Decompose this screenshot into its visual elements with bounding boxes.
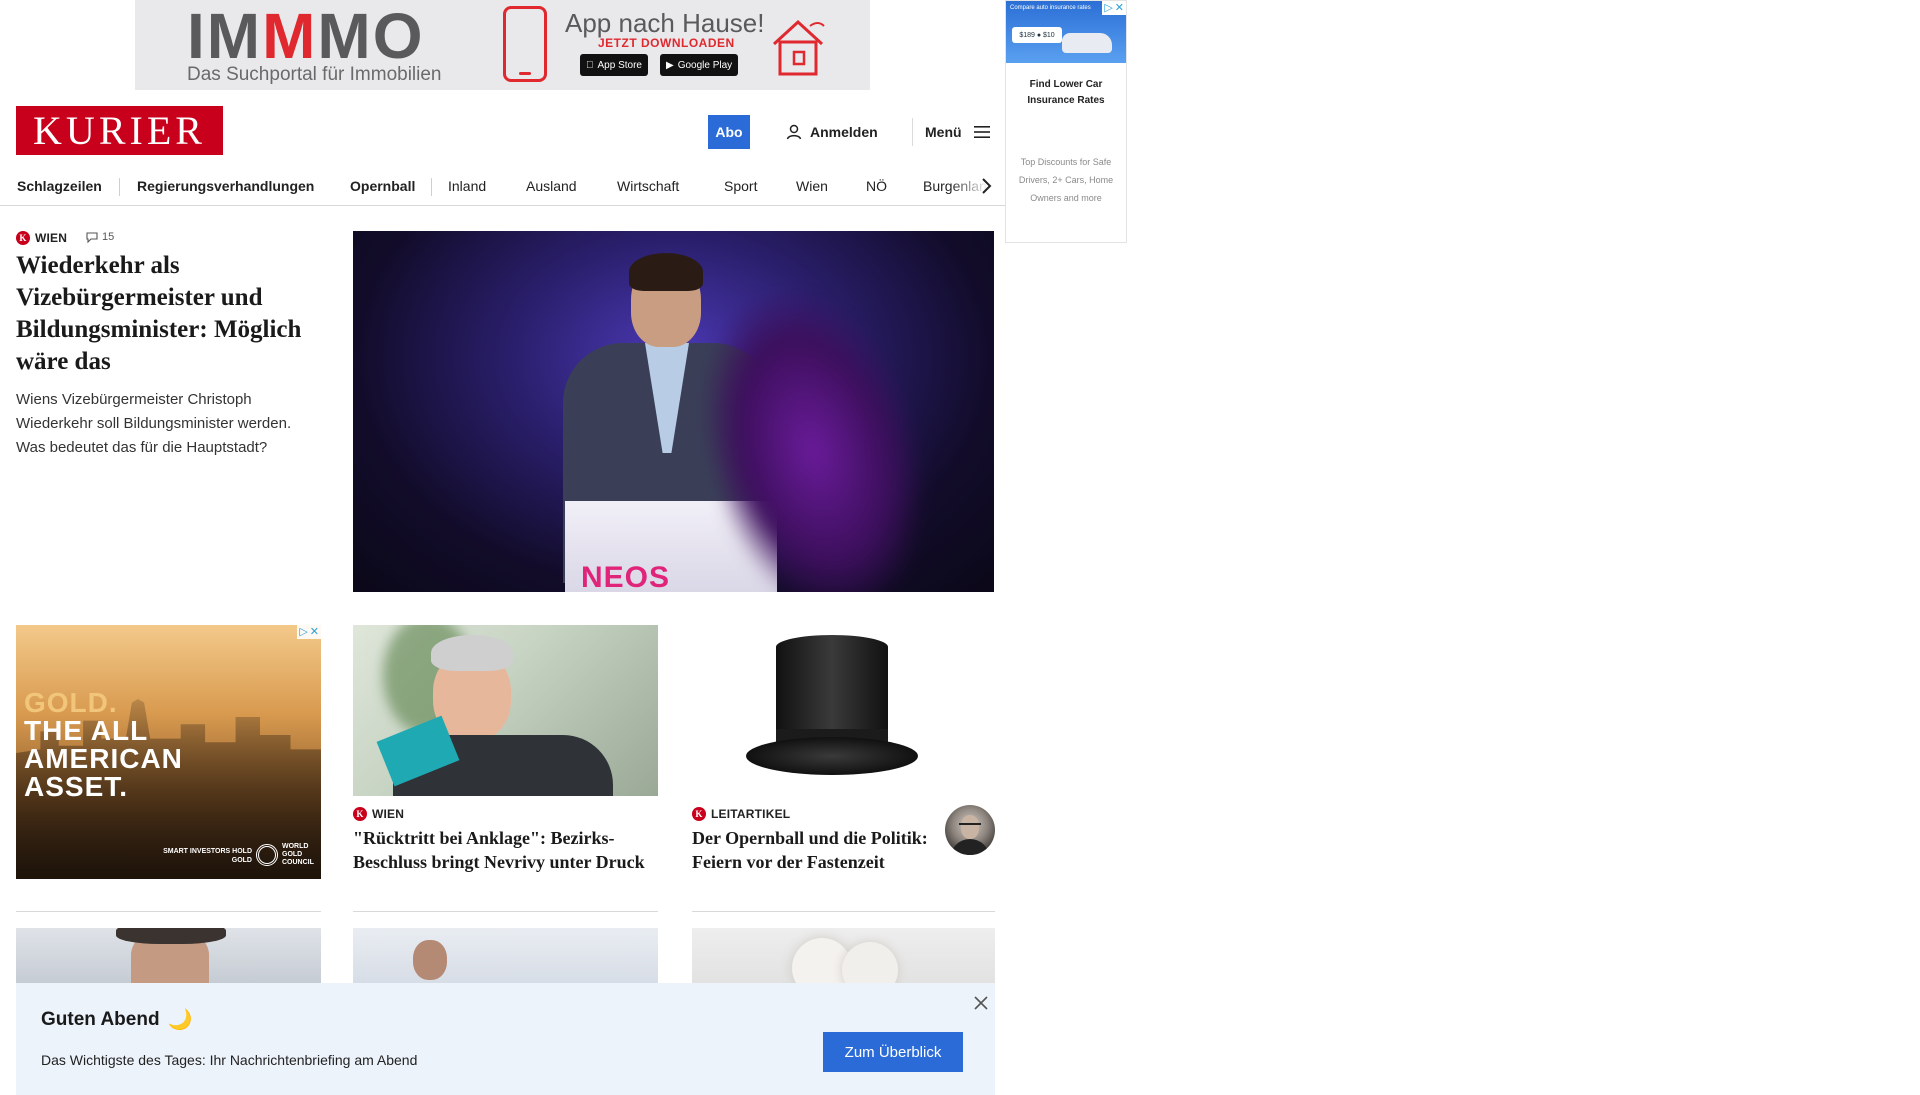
ad-claim: SMART INVESTORS HOLD GOLD bbox=[163, 848, 252, 864]
story-thumbnail[interactable] bbox=[16, 928, 321, 983]
card-divider bbox=[692, 911, 995, 912]
story-thumbnail[interactable] bbox=[353, 928, 658, 983]
hamburger-icon bbox=[973, 126, 990, 138]
menu-label: Menü bbox=[925, 124, 962, 140]
chevron-right-icon[interactable] bbox=[976, 176, 996, 196]
lead-teaser: Wiens Vizebürgermeister Christoph Wieder… bbox=[16, 391, 292, 456]
card-image[interactable] bbox=[692, 625, 995, 796]
ad-line-2: THE ALL bbox=[24, 715, 149, 746]
ad-divider bbox=[16, 911, 321, 912]
side-ad[interactable]: Compare auto insurance rates $189 ● $10 … bbox=[1005, 0, 1127, 243]
app-store-badge[interactable]: App Store bbox=[580, 54, 648, 76]
card-headline[interactable]: "Rücktritt bei Anklage": Bezirks-Beschlu… bbox=[353, 826, 653, 874]
nav-item-wirtschaft[interactable]: Wirtschaft bbox=[617, 166, 679, 205]
play-icon: ▶ bbox=[666, 59, 674, 71]
comment-icon bbox=[86, 231, 98, 243]
gold-ad[interactable]: GOLD. THE ALL AMERICAN ASSET. SMART INVE… bbox=[16, 625, 321, 879]
house-icon bbox=[772, 19, 825, 76]
close-icon bbox=[974, 996, 988, 1010]
nav-item-wien[interactable]: Wien bbox=[796, 166, 828, 205]
top-ad-banner[interactable]: IMMMO Das Suchportal für Immobilien App … bbox=[135, 0, 870, 90]
comment-count[interactable]: 15 bbox=[86, 231, 114, 243]
main-navigation: Schlagzeilen Regierungsverhandlungen Ope… bbox=[0, 166, 1005, 206]
kurier-logo[interactable]: KURIER bbox=[16, 106, 223, 155]
phone-icon bbox=[503, 6, 547, 82]
evening-briefing-banner: Guten Abend 🌙 Das Wichtigste des Tages: … bbox=[16, 983, 995, 1095]
ad-line-1: GOLD. bbox=[24, 687, 118, 718]
header-divider bbox=[912, 118, 913, 146]
banner-greeting: Guten Abend 🌙 bbox=[41, 1008, 193, 1032]
card-category[interactable]: K WIEN bbox=[353, 807, 404, 821]
card-headline[interactable]: Der Opernball und die Politik: Feiern vo… bbox=[692, 826, 932, 874]
lead-category[interactable]: K WIEN bbox=[16, 231, 67, 245]
overview-button[interactable]: Zum Überblick bbox=[823, 1032, 963, 1072]
wgc-ring-icon bbox=[256, 844, 278, 866]
ad-headline: App nach Hause! bbox=[565, 8, 765, 38]
podium-logo: NEOS bbox=[581, 561, 671, 592]
person-hair bbox=[431, 635, 513, 671]
author-avatar[interactable] bbox=[945, 805, 995, 855]
ad-line-4: ASSET. bbox=[24, 771, 129, 802]
adchoices-icon[interactable]: ▷ ✕ bbox=[297, 625, 321, 639]
ad-image-caption: Compare auto insurance rates bbox=[1010, 5, 1091, 11]
thumb-hair bbox=[116, 928, 226, 944]
login-button[interactable]: Anmelden bbox=[786, 120, 878, 144]
nav-divider bbox=[431, 178, 432, 196]
kurier-k-icon: K bbox=[16, 231, 30, 245]
ad-tagline: Das Suchportal für Immobilien bbox=[187, 64, 442, 85]
ad-line-3: AMERICAN bbox=[24, 743, 183, 774]
ad-title: Find Lower Car Insurance Rates bbox=[1027, 79, 1105, 106]
nav-item-schlagzeilen[interactable]: Schlagzeilen bbox=[17, 166, 102, 205]
nav-item-noe[interactable]: NÖ bbox=[866, 166, 887, 205]
ad-body: Top Discounts for Safe Drivers, 2+ Cars,… bbox=[1018, 157, 1114, 203]
user-icon bbox=[786, 124, 802, 140]
ad-brand: IMMMO bbox=[187, 0, 425, 72]
kurier-k-icon: K bbox=[353, 807, 367, 821]
google-play-badge[interactable]: ▶ Google Play bbox=[660, 54, 739, 76]
avatar-glasses bbox=[959, 823, 981, 828]
close-button[interactable] bbox=[968, 990, 994, 1016]
card-image[interactable] bbox=[353, 625, 658, 796]
nav-item-inland[interactable]: Inland bbox=[448, 166, 486, 205]
nav-item-opernball[interactable]: Opernball bbox=[350, 166, 415, 205]
adchoices-icon[interactable]: ▷ ✕ bbox=[1102, 1, 1126, 15]
lead-image[interactable]: NEOS bbox=[353, 231, 994, 592]
apple-icon:  bbox=[586, 60, 594, 71]
login-label: Anmelden bbox=[810, 124, 878, 140]
nav-item-ausland[interactable]: Ausland bbox=[526, 166, 577, 205]
story-thumbnail[interactable] bbox=[692, 928, 995, 983]
nav-item-regierungsverhandlungen[interactable]: Regierungsverhandlungen bbox=[137, 166, 314, 205]
ad-price: $189 ● $10 bbox=[1012, 27, 1062, 43]
car-icon bbox=[1062, 33, 1112, 53]
abo-button[interactable]: Abo bbox=[708, 115, 750, 149]
menu-button[interactable]: Menü bbox=[925, 120, 990, 144]
card-category[interactable]: K LEITARTIKEL bbox=[692, 807, 790, 821]
speaker-hair bbox=[629, 253, 703, 291]
lead-headline[interactable]: Wiederkehr als Vizebürgermeister und Bil… bbox=[16, 250, 316, 378]
moon-icon: 🌙 bbox=[167, 1009, 193, 1031]
thumb-garlic bbox=[842, 942, 898, 983]
banner-description: Das Wichtigste des Tages: Ihr Nachrichte… bbox=[41, 1052, 418, 1068]
wgc-logo: WORLD GOLD COUNCIL bbox=[256, 843, 321, 867]
card-divider bbox=[353, 911, 658, 912]
ad-cta: JETZT DOWNLOADEN bbox=[598, 36, 735, 50]
nav-item-sport[interactable]: Sport bbox=[724, 166, 757, 205]
nav-divider bbox=[119, 178, 120, 196]
kurier-k-icon: K bbox=[692, 807, 706, 821]
top-hat-brim bbox=[746, 737, 918, 775]
avatar-suit bbox=[950, 839, 990, 855]
thumb-figure bbox=[413, 940, 447, 980]
